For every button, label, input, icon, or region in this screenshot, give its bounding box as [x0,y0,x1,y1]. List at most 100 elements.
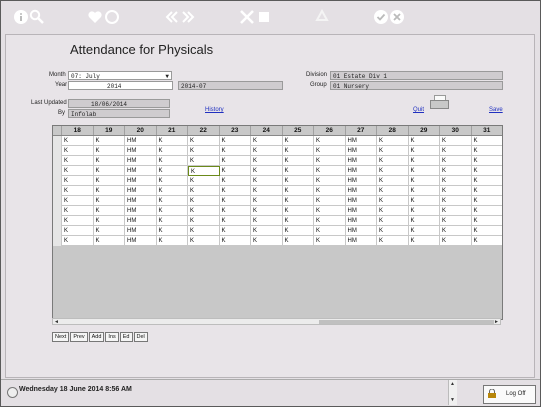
grid-cell[interactable]: K [157,236,188,246]
grid-cell[interactable]: K [472,216,503,226]
grid-cell[interactable]: K [251,146,283,156]
row-selector[interactable] [53,226,62,236]
grid-cell[interactable]: K [188,206,220,216]
grid-cell[interactable]: K [188,156,220,166]
row-selector[interactable] [53,146,62,156]
grid-cell[interactable]: K [314,186,346,196]
column-header[interactable]: 28 [377,126,409,135]
grid-cell[interactable]: K [220,136,251,146]
grid-cell[interactable]: K [377,176,409,186]
grid-cell[interactable]: K [283,156,314,166]
grid-cell[interactable]: K [283,166,314,176]
grid-cell[interactable]: K [314,226,346,236]
grid-cell[interactable]: K [157,196,188,206]
grid-cell[interactable]: K [314,176,346,186]
grid-cell[interactable]: K [472,226,503,236]
scroll-thumb[interactable] [319,320,494,324]
scroll-down-icon[interactable]: ▼ [450,397,455,403]
row-selector[interactable] [53,216,62,226]
column-header[interactable]: 26 [314,126,346,135]
grid-cell[interactable]: K [220,146,251,156]
grid-cell[interactable]: K [440,156,472,166]
grid-cell[interactable]: K [283,186,314,196]
add-button[interactable]: Add [88,332,105,342]
grid-cell[interactable]: K [440,196,472,206]
grid-cell[interactable]: K [94,236,125,246]
grid-cell[interactable]: K [409,136,440,146]
grid-cell[interactable]: K [94,216,125,226]
grid-cell[interactable]: K [251,196,283,206]
grid-cell[interactable]: K [377,166,409,176]
tools-icon[interactable] [239,9,255,25]
grid-cell[interactable]: K [251,206,283,216]
grid-cell[interactable]: K [94,156,125,166]
grid-cell[interactable]: K [220,206,251,216]
grid-cell[interactable]: K [440,136,472,146]
grid-cell[interactable]: K [188,226,220,236]
grid-cell[interactable]: K [62,206,94,216]
grid-cell[interactable]: K [251,156,283,166]
grid-cell[interactable]: K [188,136,220,146]
grid-cell[interactable]: K [188,216,220,226]
grid-cell[interactable]: K [94,176,125,186]
first-icon[interactable] [164,9,180,25]
grid-cell[interactable]: HM [125,206,157,216]
grid-cell[interactable]: K [157,226,188,236]
grid-cell[interactable]: K [377,226,409,236]
column-header[interactable]: 20 [125,126,157,135]
grid-cell[interactable]: HM [346,226,377,236]
grid-cell[interactable]: K [377,206,409,216]
status-scrollbar[interactable]: ▲ ▼ [448,380,457,405]
grid-cell[interactable]: K [62,156,94,166]
grid-cell[interactable]: K [94,186,125,196]
grid-cell[interactable]: K [220,176,251,186]
grid-cell[interactable]: HM [346,196,377,206]
grid-cell[interactable]: K [94,136,125,146]
ed-button[interactable]: Ed [119,332,133,342]
grid-cell[interactable]: K [377,136,409,146]
grid-cell[interactable]: K [94,206,125,216]
year-field[interactable]: 2014 [68,81,173,90]
square-icon[interactable] [256,9,272,25]
heart-icon[interactable] [87,9,103,25]
row-selector[interactable] [53,156,62,166]
grid-cell[interactable]: K [283,206,314,216]
grid-cell[interactable]: K [220,196,251,206]
grid-cell[interactable]: K [62,196,94,206]
check-icon[interactable] [373,9,389,25]
grid-cell[interactable]: K [220,156,251,166]
grid-cell[interactable]: K [62,166,94,176]
grid-cell[interactable]: HM [125,176,157,186]
grid-cell[interactable]: K [220,236,251,246]
grid-cell[interactable]: K [472,156,503,166]
row-selector[interactable] [53,196,62,206]
grid-cell[interactable]: HM [125,216,157,226]
month-select[interactable]: 07: July ▼ [68,71,172,80]
grid-cell[interactable]: K [409,166,440,176]
grid-cell[interactable]: HM [125,166,157,176]
grid-cell[interactable]: HM [346,146,377,156]
column-header[interactable]: 27 [346,126,377,135]
grid-cell[interactable]: K [188,196,220,206]
grid-cell[interactable]: HM [125,156,157,166]
grid-cell[interactable]: K [157,166,188,176]
grid-cell[interactable]: K [251,136,283,146]
row-selector[interactable] [53,206,62,216]
column-header[interactable]: 23 [220,126,251,135]
grid-cell[interactable]: K [409,146,440,156]
grid-cell[interactable]: K [283,216,314,226]
print-icon[interactable] [430,95,449,109]
next-button[interactable]: Next [52,332,70,342]
grid-cell[interactable]: K [157,156,188,166]
grid-cell[interactable]: K [188,186,220,196]
grid-cell[interactable]: K [157,146,188,156]
column-header[interactable]: 25 [283,126,314,135]
grid-cell[interactable]: K [472,136,503,146]
grid-cell[interactable]: HM [346,236,377,246]
column-header[interactable]: 19 [94,126,125,135]
grid-cell[interactable]: HM [346,136,377,146]
grid-cell[interactable]: K [62,146,94,156]
search-icon[interactable] [29,9,45,25]
grid-cell[interactable]: K [220,226,251,236]
column-header[interactable]: 30 [440,126,472,135]
